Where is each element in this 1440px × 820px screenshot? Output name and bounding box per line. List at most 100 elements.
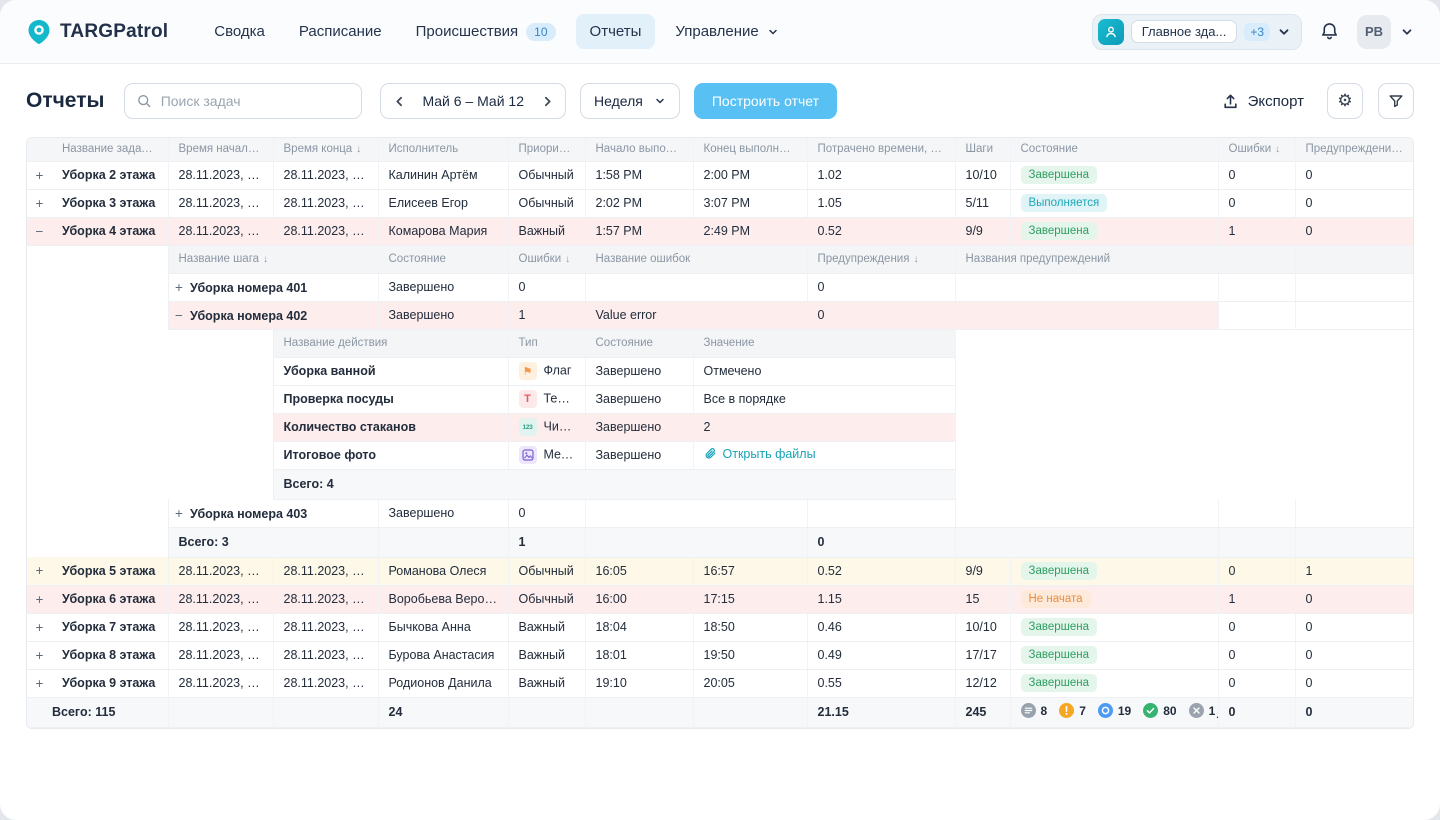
notifications-bell-button[interactable] bbox=[1319, 21, 1340, 42]
indent-cell bbox=[52, 301, 168, 329]
step-column-header[interactable]: Название ошибок bbox=[585, 245, 807, 273]
column-header[interactable]: Потрачено времени, (ч)↓ bbox=[807, 138, 955, 161]
expand-toggle[interactable]: − bbox=[172, 308, 187, 323]
avatar[interactable]: РВ bbox=[1357, 15, 1391, 49]
actions-header-row: Название действияТипСостояниеЗначение bbox=[27, 329, 1414, 357]
time-spent-cell: 1.05 bbox=[807, 189, 955, 217]
task-name-cell: Уборка 6 этажа bbox=[52, 585, 168, 613]
column-header[interactable]: Исполнитель bbox=[378, 138, 508, 161]
step-row: − Уборка номера 402Завершено1Value error… bbox=[27, 301, 1414, 329]
nav-item-raspisanie[interactable]: Расписание bbox=[285, 14, 396, 49]
action-column-header: Значение bbox=[693, 329, 955, 357]
filter-button[interactable] bbox=[1378, 83, 1414, 119]
column-header[interactable]: Название задачи↓ bbox=[52, 138, 168, 161]
expand-toggle[interactable]: + bbox=[172, 506, 187, 521]
expand-toggle[interactable]: + bbox=[32, 676, 47, 691]
status-cell: Завершена bbox=[1010, 217, 1218, 245]
expand-toggle[interactable]: + bbox=[32, 196, 47, 211]
nav-item-otchety[interactable]: Отчеты bbox=[576, 14, 656, 49]
table-header-row: Название задачи↓Время начала↓Время конца… bbox=[27, 138, 1414, 161]
expand-toggle[interactable]: + bbox=[172, 280, 187, 295]
date-range-picker: Май 6 – Май 12 bbox=[380, 83, 566, 119]
exec-start-cell: 1:57 PM bbox=[585, 217, 693, 245]
exec-start-cell: 18:01 bbox=[585, 641, 693, 669]
export-button[interactable]: Экспорт bbox=[1222, 93, 1304, 110]
start-time-cell: 28.11.2023, 19:00 bbox=[168, 669, 273, 697]
expand-cell: + bbox=[27, 669, 52, 697]
step-warnings-cell: 0 bbox=[807, 301, 955, 329]
step-state-cell: Завершено bbox=[378, 499, 508, 527]
navbar: TARGPatrol Сводка Расписание Происшестви… bbox=[0, 0, 1440, 64]
expand-cell: + bbox=[27, 613, 52, 641]
period-select[interactable]: Неделя bbox=[580, 83, 680, 119]
cell bbox=[955, 469, 1414, 499]
open-files-link[interactable]: Открыть файлы bbox=[704, 447, 816, 461]
performer-cell: Родионов Данила bbox=[378, 669, 508, 697]
sort-desc-icon: ↓ bbox=[356, 144, 361, 155]
settings-button[interactable]: ⚙ bbox=[1327, 83, 1363, 119]
search-input[interactable] bbox=[161, 93, 350, 109]
column-header[interactable]: Конец выполнения bbox=[693, 138, 807, 161]
priority-cell: Обычный bbox=[508, 189, 585, 217]
steps-count-cell: 12/12 bbox=[955, 669, 1010, 697]
step-column-header[interactable]: Названия предупреждений bbox=[955, 245, 1218, 273]
step-error-names-cell: Value error bbox=[585, 301, 807, 329]
column-header[interactable]: Время начала↓ bbox=[168, 138, 273, 161]
chevron-down-icon[interactable] bbox=[1400, 25, 1414, 39]
step-state-cell: Завершено bbox=[378, 273, 508, 301]
action-state-cell: Завершено bbox=[585, 441, 693, 469]
cell bbox=[955, 357, 1414, 385]
nav-item-svodka[interactable]: Сводка bbox=[200, 14, 279, 49]
step-column-header[interactable]: Состояние bbox=[378, 245, 508, 273]
expand-toggle[interactable]: − bbox=[32, 224, 47, 239]
column-header[interactable]: Ошибки↓ bbox=[1218, 138, 1295, 161]
task-name-cell: Уборка 3 этажа bbox=[52, 189, 168, 217]
priority-cell: Важный bbox=[508, 641, 585, 669]
expand-toggle[interactable]: + bbox=[32, 592, 47, 607]
errors-cell: 0 bbox=[1218, 641, 1295, 669]
column-header[interactable]: Время конца↓ bbox=[273, 138, 378, 161]
errors-cell: 0 bbox=[1218, 669, 1295, 697]
nav-item-proisshestviya[interactable]: Происшествия10 bbox=[402, 14, 570, 50]
grand-total-status-cell: 8719801 bbox=[1010, 697, 1218, 727]
priority-cell: Обычный bbox=[508, 557, 585, 585]
text-type-icon: T bbox=[519, 390, 537, 408]
expand-toggle[interactable]: + bbox=[32, 620, 47, 635]
building-selector[interactable]: Главное зда... +3 bbox=[1092, 14, 1302, 50]
nav-item-upravlenie[interactable]: Управление bbox=[661, 14, 792, 49]
indent-cell bbox=[27, 273, 52, 301]
expand-column-header bbox=[27, 138, 52, 161]
errors-cell: 0 bbox=[1218, 557, 1295, 585]
cell bbox=[955, 441, 1414, 469]
warnings-cell: 0 bbox=[1295, 189, 1414, 217]
action-state-cell: Завершено bbox=[585, 413, 693, 441]
column-header[interactable]: Начало выполнения bbox=[585, 138, 693, 161]
build-report-button[interactable]: Построить отчет bbox=[694, 83, 837, 119]
task-name-cell: Уборка 2 этажа bbox=[52, 161, 168, 189]
column-header[interactable]: Приоритет bbox=[508, 138, 585, 161]
column-header[interactable]: Предупреждения↓ bbox=[1295, 138, 1414, 161]
indent-cell bbox=[52, 469, 168, 499]
indent-cell bbox=[27, 385, 52, 413]
expand-toggle[interactable]: + bbox=[32, 648, 47, 663]
steps-count-cell: 5/11 bbox=[955, 189, 1010, 217]
action-column-header: Тип bbox=[508, 329, 585, 357]
step-column-header[interactable]: Предупреждения↓ bbox=[807, 245, 955, 273]
errors-cell: 1 bbox=[1218, 217, 1295, 245]
step-column-header[interactable]: Название шага↓ bbox=[168, 245, 378, 273]
step-column-header[interactable]: Ошибки↓ bbox=[508, 245, 585, 273]
column-header[interactable]: Шаги bbox=[955, 138, 1010, 161]
app-window: TARGPatrol Сводка Расписание Происшестви… bbox=[0, 0, 1440, 820]
indent-cell bbox=[27, 413, 52, 441]
next-week-button[interactable] bbox=[533, 87, 561, 115]
task-row: +Уборка 8 этажа28.11.2023, 18:0028.11.20… bbox=[27, 641, 1414, 669]
expand-toggle[interactable]: + bbox=[32, 563, 47, 578]
errors-cell: 0 bbox=[1218, 161, 1295, 189]
expand-cell: + bbox=[27, 189, 52, 217]
prev-week-button[interactable] bbox=[385, 87, 413, 115]
column-header[interactable]: Состояние bbox=[1010, 138, 1218, 161]
progress-status-icon bbox=[1098, 703, 1113, 718]
expand-toggle[interactable]: + bbox=[32, 168, 47, 183]
report-table: Название задачи↓Время начала↓Время конца… bbox=[27, 138, 1414, 728]
sort-desc-icon: ↓ bbox=[948, 144, 953, 155]
